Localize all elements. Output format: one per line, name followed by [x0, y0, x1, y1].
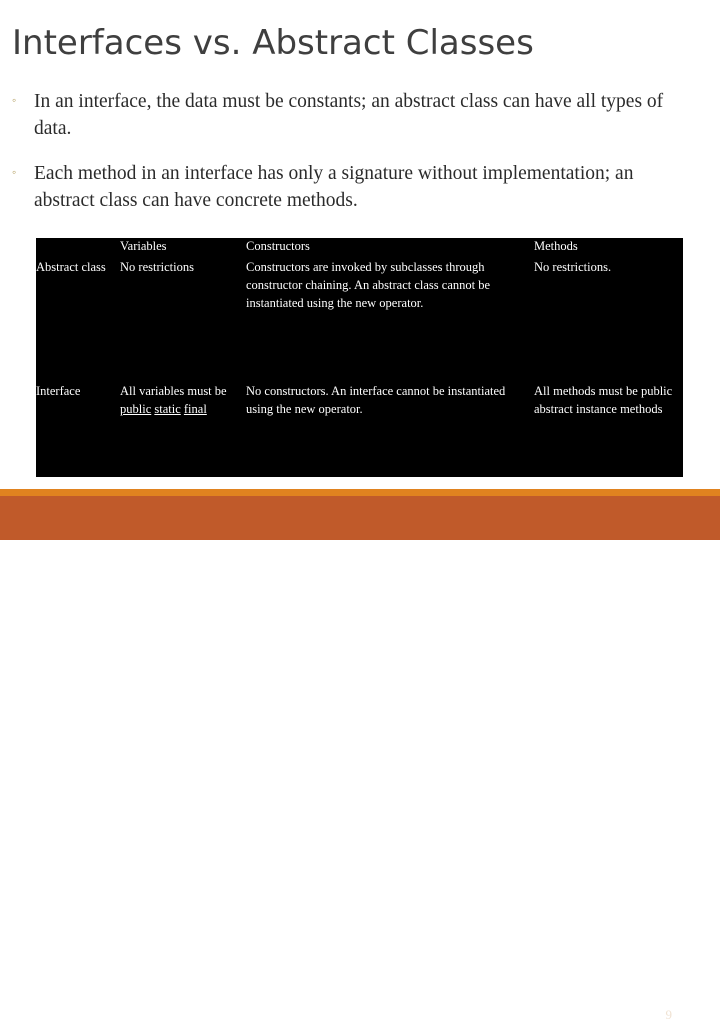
page-number: 9 [665, 1007, 673, 1022]
footer-accent-stripe [0, 489, 720, 496]
keyword-static: static [154, 402, 181, 417]
cell-interface-constructors: No constructors. An interface cannot be … [246, 378, 534, 477]
cell-abstract-variables: No restrictions [120, 254, 246, 379]
list-item: ◦ In an interface, the data must be cons… [12, 88, 688, 142]
list-item: ◦ Each method in an interface has only a… [12, 160, 688, 214]
keyword-final: final [183, 402, 207, 417]
cell-interface-variables-prefix: All variables must be [120, 384, 227, 399]
footer-bar: 9 [0, 496, 720, 1022]
table-header-constructors: Constructors [246, 238, 534, 254]
cell-interface-methods: All methods must be public abstract inst… [534, 378, 683, 477]
bullet-circle-icon: ◦ [12, 165, 17, 179]
bullet-list: ◦ In an interface, the data must be cons… [12, 88, 688, 232]
table-header-variables: Variables [120, 238, 246, 254]
keyword-public: public [120, 402, 152, 417]
row-label-interface: Interface [36, 378, 120, 477]
bullet-text: In an interface, the data must be consta… [34, 91, 664, 139]
comparison-table: Variables Constructors Methods Abstract … [36, 238, 683, 477]
table-header-methods: Methods [534, 238, 683, 254]
table-header-row: Variables Constructors Methods [36, 238, 683, 254]
row-label-abstract-class: Abstract class [36, 254, 120, 379]
slide-canvas: Interfaces vs. Abstract Classes ◦ In an … [0, 0, 720, 1022]
cell-abstract-constructors: Constructors are invoked by subclasses t… [246, 254, 534, 379]
table-row: Interface All variables must be public s… [36, 378, 683, 477]
cell-abstract-methods: No restrictions. [534, 254, 683, 379]
cell-interface-variables: All variables must be public static fina… [120, 378, 246, 477]
page-title: Interfaces vs. Abstract Classes [12, 23, 534, 63]
bullet-text: Each method in an interface has only a s… [34, 163, 634, 211]
table-header-corner [36, 238, 120, 254]
table-row: Abstract class No restrictions Construct… [36, 254, 683, 379]
bullet-circle-icon: ◦ [12, 93, 17, 107]
